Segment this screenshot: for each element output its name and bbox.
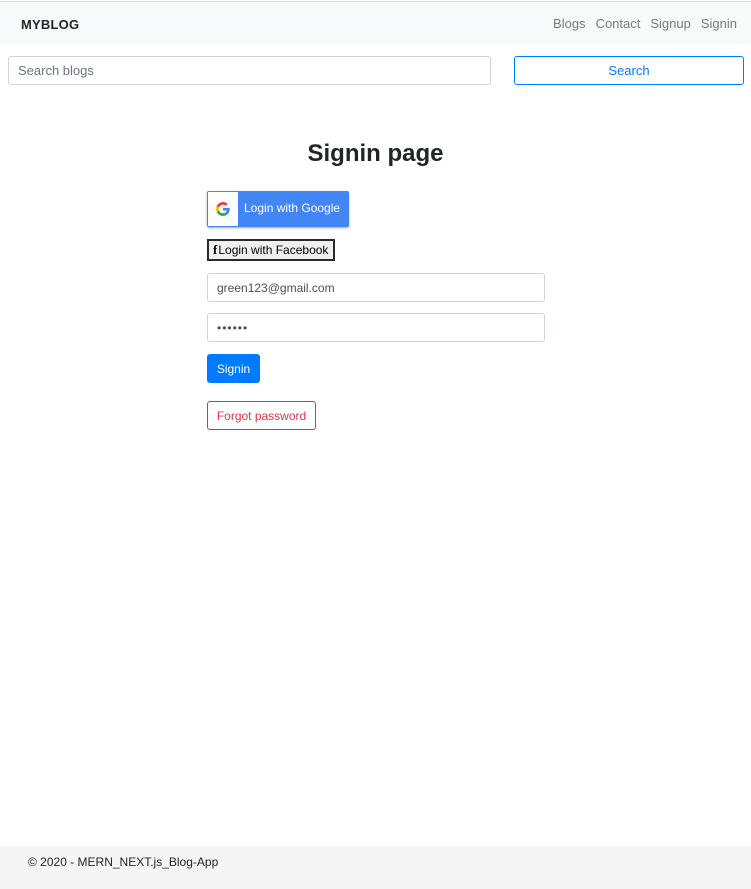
facebook-icon: f [213,242,218,257]
search-input[interactable] [8,56,491,85]
footer: © 2020 - MERN_NEXT.js_Blog-App [0,846,751,889]
nav-link-contact[interactable]: Contact [596,16,641,31]
nav-link-blogs[interactable]: Blogs [553,16,586,31]
google-icon [208,192,238,226]
brand-logo[interactable]: MYBLOG [21,17,79,32]
nav-links: Blogs Contact Signup Signin [553,16,737,31]
password-field[interactable] [207,313,545,342]
facebook-login-label: Login with Facebook [218,243,329,257]
nav-link-signin[interactable]: Signin [701,16,737,31]
nav-link-signup[interactable]: Signup [650,16,690,31]
google-login-button[interactable]: Login with Google [207,191,349,227]
facebook-login-button[interactable]: f Login with Facebook [207,239,335,261]
signin-button[interactable]: Signin [207,354,260,383]
page-title: Signin page [307,140,444,167]
email-field[interactable] [207,273,545,302]
search-button[interactable]: Search [514,56,744,85]
footer-text: © 2020 - MERN_NEXT.js_Blog-App [28,855,219,869]
navbar: MYBLOG Blogs Contact Signup Signin [0,1,751,44]
google-login-label: Login with Google [244,201,341,215]
forgot-password-button[interactable]: Forgot password [207,401,316,430]
